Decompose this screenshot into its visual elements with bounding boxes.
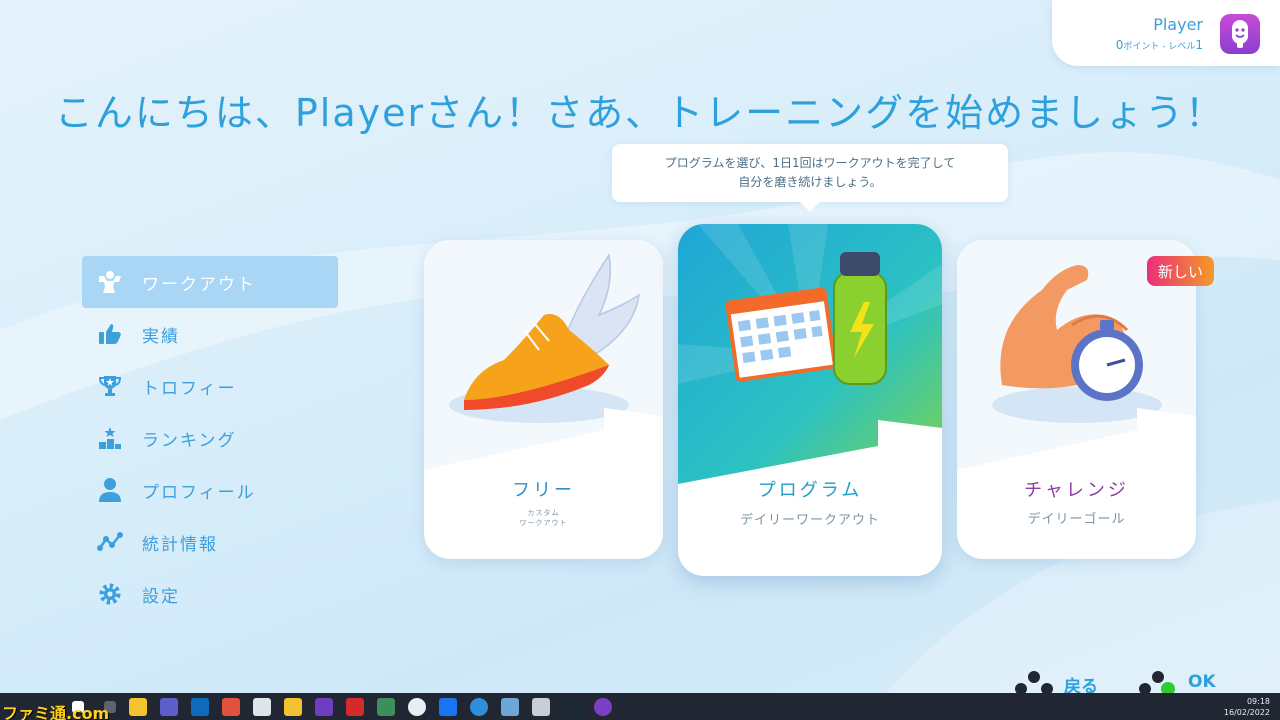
card-program-sub: デイリーワークアウト — [739, 513, 880, 528]
card-free-sub-1: カスタム — [527, 509, 560, 517]
sidebar-item-label: プロフィール — [142, 482, 256, 503]
stats-separator: - — [1162, 42, 1166, 52]
trophy-icon — [96, 373, 124, 399]
sidebar-item-label: 実績 — [142, 326, 180, 347]
sidebar-item-profile[interactable]: プロフィール — [82, 464, 338, 516]
sidebar-item-label: ランキング — [142, 430, 237, 451]
card-free-title: フリー — [512, 480, 575, 501]
thumbs-up-icon — [96, 321, 124, 347]
clock-date: 16/02/2022 — [1223, 708, 1270, 717]
watermark-logo: ファミ通.com — [2, 704, 110, 720]
sidebar-item-settings[interactable]: 設定 — [82, 568, 338, 620]
file-explorer-icon[interactable] — [129, 697, 147, 716]
sidebar-item-workout[interactable]: ワークアウト — [82, 256, 338, 308]
app-icon-yellow[interactable] — [284, 697, 302, 716]
gear-icon — [96, 581, 124, 607]
app-icon-red[interactable] — [222, 697, 240, 716]
stats-icon — [96, 529, 124, 555]
smiley-avatar-icon — [1232, 20, 1248, 48]
card-free[interactable]: フリー カスタム ワークアウト — [424, 240, 663, 559]
profile-stats: 0ポイント - レベル1 — [1116, 38, 1203, 52]
card-program[interactable]: プログラム デイリーワークアウト — [678, 224, 942, 576]
back-button-glyph-icon — [1015, 671, 1053, 693]
profile-name: Player — [1153, 15, 1203, 34]
level-label: レベル — [1168, 42, 1196, 52]
sidebar-item-stats[interactable]: 統計情報 — [82, 516, 338, 568]
winged-shoe-icon — [424, 240, 663, 470]
sidebar-menu: ワークアウト 実績 トロフィー ランキング プロフィール 統計情報 設定 — [82, 256, 338, 620]
sidebar-item-achievements[interactable]: 実績 — [82, 308, 338, 360]
app-icon-gray[interactable] — [532, 697, 550, 716]
person-icon — [96, 477, 124, 503]
outlook-icon[interactable] — [191, 697, 209, 716]
ok-hint[interactable]: OK — [1188, 672, 1216, 692]
edge-icon[interactable] — [470, 697, 488, 716]
greeting-title: こんにちは、Playerさん！さあ、トレーニングを始めましょう！ — [54, 91, 1226, 135]
program-tooltip: プログラムを選び、1日1回はワークアウトを完了して 自分を磨き続けましょう。 — [612, 144, 1008, 212]
sidebar-item-trophies[interactable]: トロフィー — [82, 360, 338, 412]
sidebar-item-label: 統計情報 — [142, 534, 218, 555]
app-icon-green[interactable] — [377, 697, 395, 716]
tooltip-line-1: プログラムを選び、1日1回はワークアウトを完了して — [664, 156, 956, 170]
podium-icon — [96, 425, 124, 451]
taskbar-clock[interactable]: 09:18 16/02/2022 — [1224, 696, 1270, 718]
card-challenge-title: チャレンジ — [1024, 480, 1129, 501]
sidebar-item-ranking[interactable]: ランキング — [82, 412, 338, 464]
app-icon-blue[interactable] — [501, 697, 519, 716]
sidebar-item-label: ワークアウト — [142, 274, 256, 295]
card-challenge-sub: デイリーゴール — [1027, 512, 1126, 527]
muscle-icon — [96, 269, 124, 295]
obs-icon[interactable] — [408, 697, 426, 716]
avatar[interactable] — [1220, 14, 1260, 54]
clock-time: 09:18 — [1246, 697, 1270, 706]
steam-icon[interactable] — [563, 697, 581, 716]
profile-panel[interactable]: Player 0ポイント - レベル1 — [1052, 0, 1280, 66]
taskbar: 09:18 16/02/2022 — [0, 693, 1280, 720]
sidebar-item-label: 設定 — [142, 586, 180, 607]
app-icon-purple[interactable] — [594, 697, 612, 716]
app-icon-white[interactable] — [253, 697, 271, 716]
playstation-store-icon[interactable] — [346, 697, 364, 716]
card-program-title: プログラム — [757, 480, 863, 501]
tooltip-line-2: 自分を磨き続けましょう。 — [738, 175, 882, 189]
ok-button-glyph-icon — [1139, 671, 1175, 693]
card-challenge[interactable]: チャレンジ デイリーゴール — [957, 240, 1196, 559]
teams-icon[interactable] — [160, 697, 178, 716]
points-unit: ポイント — [1123, 42, 1160, 52]
level-value: 1 — [1195, 38, 1203, 52]
calendar-bottle-icon — [678, 224, 942, 484]
dropbox-icon[interactable] — [439, 697, 457, 716]
new-badge: 新しい — [1147, 256, 1214, 286]
card-free-sub-2: ワークアウト — [519, 519, 568, 527]
playstation-app-icon[interactable] — [315, 697, 333, 716]
sidebar-item-label: トロフィー — [142, 378, 237, 399]
